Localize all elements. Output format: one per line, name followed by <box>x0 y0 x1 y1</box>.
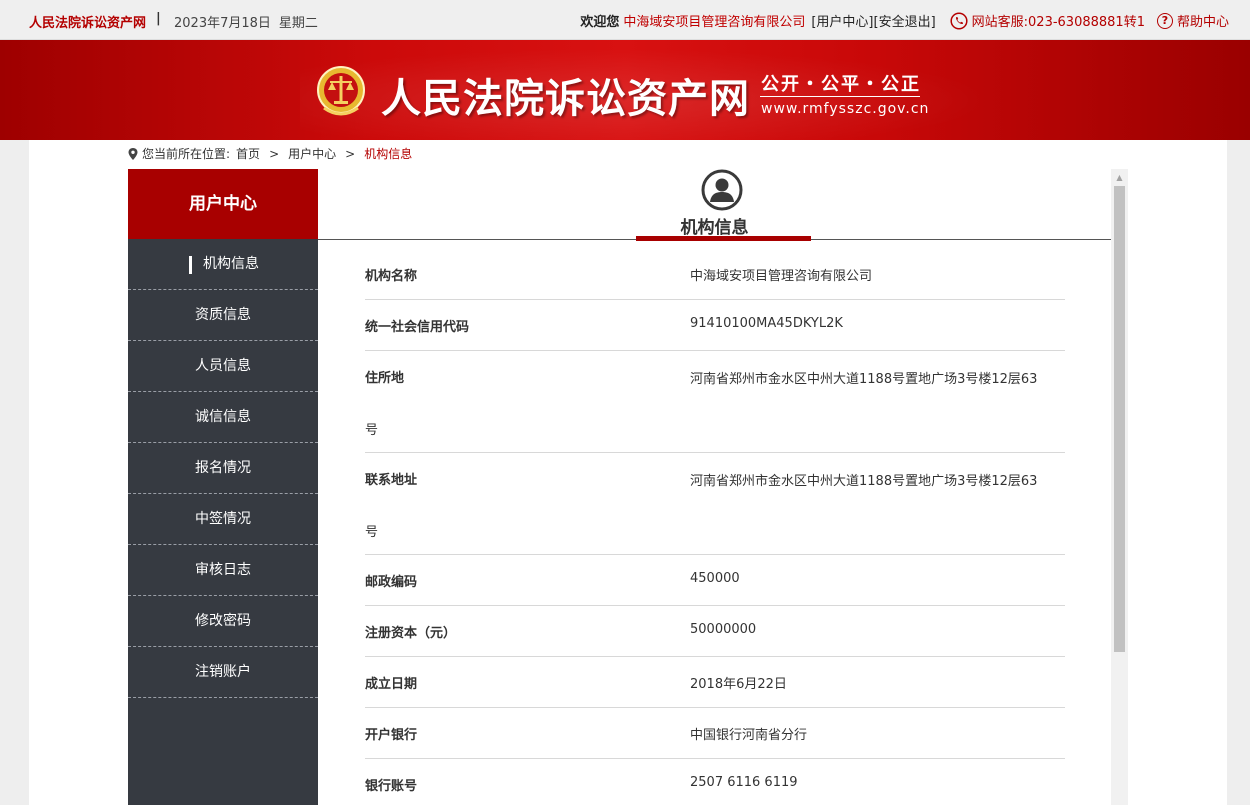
sidebar-item-label: 中签情况 <box>195 511 251 527</box>
breadcrumb: 您当前所在位置: 首页 > 用户中心 > 机构信息 <box>128 145 412 162</box>
info-row-credit-code: 统一社会信用代码 91410100MA45DKYL2K <box>365 300 1065 351</box>
info-value: 50000000 <box>690 622 757 637</box>
court-emblem-icon <box>317 66 365 116</box>
phone-icon <box>950 11 968 30</box>
sidebar-item-label: 修改密码 <box>195 613 251 629</box>
sidebar-item-close-account[interactable]: 注销账户 <box>128 647 318 698</box>
help-text: 帮助中心 <box>1176 15 1229 30</box>
banner-url: www.rmfysszc.gov.cn <box>761 101 930 117</box>
info-value-continued: 号 <box>365 525 379 540</box>
breadcrumb-user-center[interactable]: 用户中心 <box>288 145 336 162</box>
info-value: 河南省郑州市金水区中州大道1188号置地广场3号楼12层63 <box>690 372 1038 387</box>
info-value: 中海域安项目管理咨询有限公司 <box>690 269 873 284</box>
sidebar-item-change-password[interactable]: 修改密码 <box>128 596 318 647</box>
logout-link[interactable]: [安全退出] <box>874 15 936 30</box>
location-pin-icon <box>128 147 138 160</box>
sidebar-item-label: 资质信息 <box>195 307 251 323</box>
scroll-up-arrow-icon[interactable]: ▲ <box>1111 169 1128 186</box>
breadcrumb-sep: > <box>345 146 356 161</box>
info-label: 机构名称 <box>365 269 418 284</box>
help-center-link[interactable]: ? 帮助中心 <box>1156 11 1229 30</box>
info-row-postcode: 邮政编码 450000 <box>365 555 1065 606</box>
page-title: 机构信息 <box>680 218 749 238</box>
sidebar-item-label: 机构信息 <box>203 256 259 272</box>
sidebar-menu: 机构信息 资质信息 人员信息 诚信信息 报名情况 中签情况 审核日志 修改密码 … <box>128 239 318 805</box>
info-value: 河南省郑州市金水区中州大道1188号置地广场3号楼12层63 <box>690 474 1038 489</box>
org-info-table: 机构名称 中海域安项目管理咨询有限公司 统一社会信用代码 91410100MA4… <box>365 249 1065 805</box>
sidebar-item-qualification[interactable]: 资质信息 <box>128 290 318 341</box>
info-label: 住所地 <box>365 371 405 386</box>
welcome-text: 欢迎您 <box>580 15 620 30</box>
sidebar-item-credit[interactable]: 诚信信息 <box>128 392 318 443</box>
phone-text: 网站客服:023-63088881转1 <box>971 15 1145 30</box>
sidebar-item-label: 诚信信息 <box>195 409 251 425</box>
sidebar-item-label: 报名情况 <box>195 460 251 476</box>
info-label: 成立日期 <box>365 677 418 692</box>
weekday-text: 星期二 <box>278 16 318 31</box>
breadcrumb-sep: > <box>269 146 280 161</box>
customer-service-phone: 网站客服:023-63088881转1 <box>950 11 1145 30</box>
sidebar-item-label: 注销账户 <box>195 664 251 680</box>
info-value: 91410100MA45DKYL2K <box>690 316 843 331</box>
sidebar-item-registration[interactable]: 报名情况 <box>128 443 318 494</box>
date-text: 2023年7月18日 <box>174 16 271 31</box>
sidebar-item-lottery[interactable]: 中签情况 <box>128 494 318 545</box>
info-row-domicile: 住所地 河南省郑州市金水区中州大道1188号置地广场3号楼12层63 号 <box>365 351 1065 453</box>
sidebar-item-label: 审核日志 <box>195 562 251 578</box>
banner-title: 人民法院诉讼资产网 <box>381 76 750 122</box>
current-date: 2023年7月18日 星期二 <box>174 12 326 31</box>
slogan-divider <box>760 96 920 97</box>
account-links: [用户中心][安全退出] <box>811 11 935 30</box>
title-accent-bar <box>636 236 811 241</box>
company-name-link[interactable]: 中海域安项目管理咨询有限公司 <box>623 11 805 30</box>
top-bar: 人民法院诉讼资产网 | 2023年7月18日 星期二 欢迎您 中海域安项目管理咨询… <box>0 0 1250 40</box>
info-label: 开户银行 <box>365 728 418 743</box>
breadcrumb-current: 机构信息 <box>364 147 413 161</box>
info-value: 2018年6月22日 <box>690 677 787 692</box>
user-avatar-icon <box>701 169 743 211</box>
info-row-registered-capital: 注册资本（元） 50000000 <box>365 606 1065 657</box>
info-row-contact-address: 联系地址 河南省郑州市金水区中州大道1188号置地广场3号楼12层63 号 <box>365 453 1065 555</box>
info-value: 450000 <box>690 571 740 586</box>
info-row-bank-account: 银行账号 2507 6116 6119 <box>365 759 1065 805</box>
sidebar-item-org-info[interactable]: 机构信息 <box>128 239 318 290</box>
info-label: 邮政编码 <box>365 575 418 590</box>
info-value-continued: 号 <box>365 423 379 438</box>
sidebar-item-label: 人员信息 <box>195 358 251 374</box>
content-header: 机构信息 <box>318 169 1111 241</box>
info-label: 银行账号 <box>365 779 418 794</box>
banner-slogan: 公开・公平・公正 <box>761 74 921 95</box>
info-row-org-name: 机构名称 中海域安项目管理咨询有限公司 <box>365 249 1065 300</box>
sidebar-title: 用户中心 <box>128 169 318 239</box>
sidebar-item-audit-log[interactable]: 审核日志 <box>128 545 318 596</box>
info-value: 中国银行河南省分行 <box>690 728 808 743</box>
info-row-bank: 开户银行 中国银行河南省分行 <box>365 708 1065 759</box>
topbar-right: 欢迎您 中海域安项目管理咨询有限公司 [用户中心][安全退出] 网站客服:023… <box>580 11 1229 30</box>
site-name-link[interactable]: 人民法院诉讼资产网 <box>29 12 146 31</box>
info-label: 注册资本（元） <box>365 626 457 641</box>
site-banner: 人民法院诉讼资产网 公开・公平・公正 www.rmfysszc.gov.cn <box>0 40 1250 140</box>
breadcrumb-home[interactable]: 首页 <box>236 145 260 162</box>
breadcrumb-prefix: 您当前所在位置: <box>142 147 231 161</box>
sidebar-item-personnel[interactable]: 人员信息 <box>128 341 318 392</box>
question-icon: ? <box>1156 12 1173 29</box>
info-row-founded-date: 成立日期 2018年6月22日 <box>365 657 1065 708</box>
info-value: 2507 6116 6119 <box>690 775 798 790</box>
info-label: 联系地址 <box>365 473 418 488</box>
scroll-thumb[interactable] <box>1114 186 1125 652</box>
topbar-separator: | <box>156 11 161 26</box>
content-scrollbar[interactable]: ▲ <box>1111 169 1128 805</box>
user-center-link[interactable]: [用户中心] <box>811 15 873 30</box>
info-label: 统一社会信用代码 <box>365 320 470 335</box>
